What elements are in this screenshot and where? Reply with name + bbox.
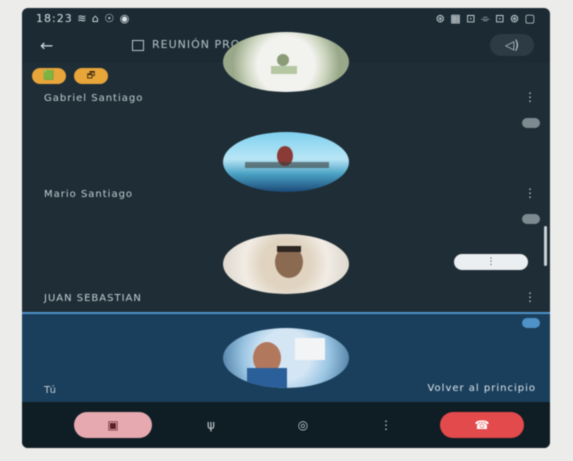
phone-hangup-icon[interactable]: ☎ — [440, 412, 524, 438]
arrow-left-icon[interactable]: ← — [40, 36, 53, 55]
status-icons: ⊛ ▦ ⊡ ⌯ ⊡ ⊛ ▢ — [435, 12, 536, 25]
participant-name: Gabriel Santiago — [44, 93, 144, 104]
status-time: 18:23 ≋ ⌂ ☉ ◉ — [36, 12, 131, 25]
share-icon[interactable]: ◎ — [290, 412, 316, 438]
reaction-chip-2: 🗗 — [74, 68, 108, 84]
avatar-photo — [245, 146, 329, 168]
return-to-top-link[interactable]: Volver al principio — [427, 383, 536, 394]
more-vert-icon[interactable]: ⋮ — [524, 186, 536, 200]
more-vert-icon[interactable]: ⋮ — [524, 90, 536, 104]
status-bar: 18:23 ≋ ⌂ ☉ ◉ ⊛ ▦ ⊡ ⌯ ⊡ ⊛ ▢ — [22, 8, 550, 30]
phone-screen: 18:23 ≋ ⌂ ☉ ◉ ⊛ ▦ ⊡ ⌯ ⊡ ⊛ ▢ ← REUNIÓN PR… — [22, 8, 550, 448]
avatar — [223, 234, 349, 294]
participant-name: JUAN SEBASTIAN — [44, 293, 142, 304]
participant-name: Tú — [44, 385, 57, 396]
participant-tile-juan[interactable]: ⋮ JUAN SEBASTIAN ⋮ — [22, 208, 550, 314]
pin-icon[interactable] — [522, 318, 540, 328]
microphone-icon[interactable]: ψ — [198, 412, 224, 438]
pin-icon[interactable] — [522, 118, 540, 128]
participant-tile-gabriel[interactable]: 🟩 🗗 Gabriel Santiago ⋮ — [22, 32, 550, 114]
pin-icon[interactable] — [522, 214, 540, 224]
camera-icon[interactable]: ▣ — [74, 412, 152, 438]
avatar-photo — [271, 54, 297, 74]
avatar-photo — [247, 338, 325, 388]
speaker-icon[interactable]: ◁) — [490, 34, 534, 56]
avatar — [223, 328, 349, 388]
reaction-chip-1: 🟩 — [32, 68, 66, 84]
calendar-icon — [132, 39, 144, 51]
avatar — [223, 32, 349, 92]
status-pill[interactable]: ⋮ — [454, 254, 528, 270]
call-controls-bar: ▣ ψ ◎ ⋮ ☎ — [22, 402, 550, 448]
avatar-photo — [275, 246, 303, 278]
participant-name: Mario Santiago — [44, 189, 134, 200]
more-vert-icon[interactable]: ⋮ — [524, 290, 536, 304]
avatar — [223, 132, 349, 192]
participant-tile-self[interactable]: Tú Volver al principio — [22, 312, 550, 406]
more-vert-icon[interactable]: ⋮ — [376, 412, 396, 438]
participant-tile-mario[interactable]: Mario Santiago ⋮ — [22, 112, 550, 210]
scrollbar[interactable] — [544, 226, 547, 266]
